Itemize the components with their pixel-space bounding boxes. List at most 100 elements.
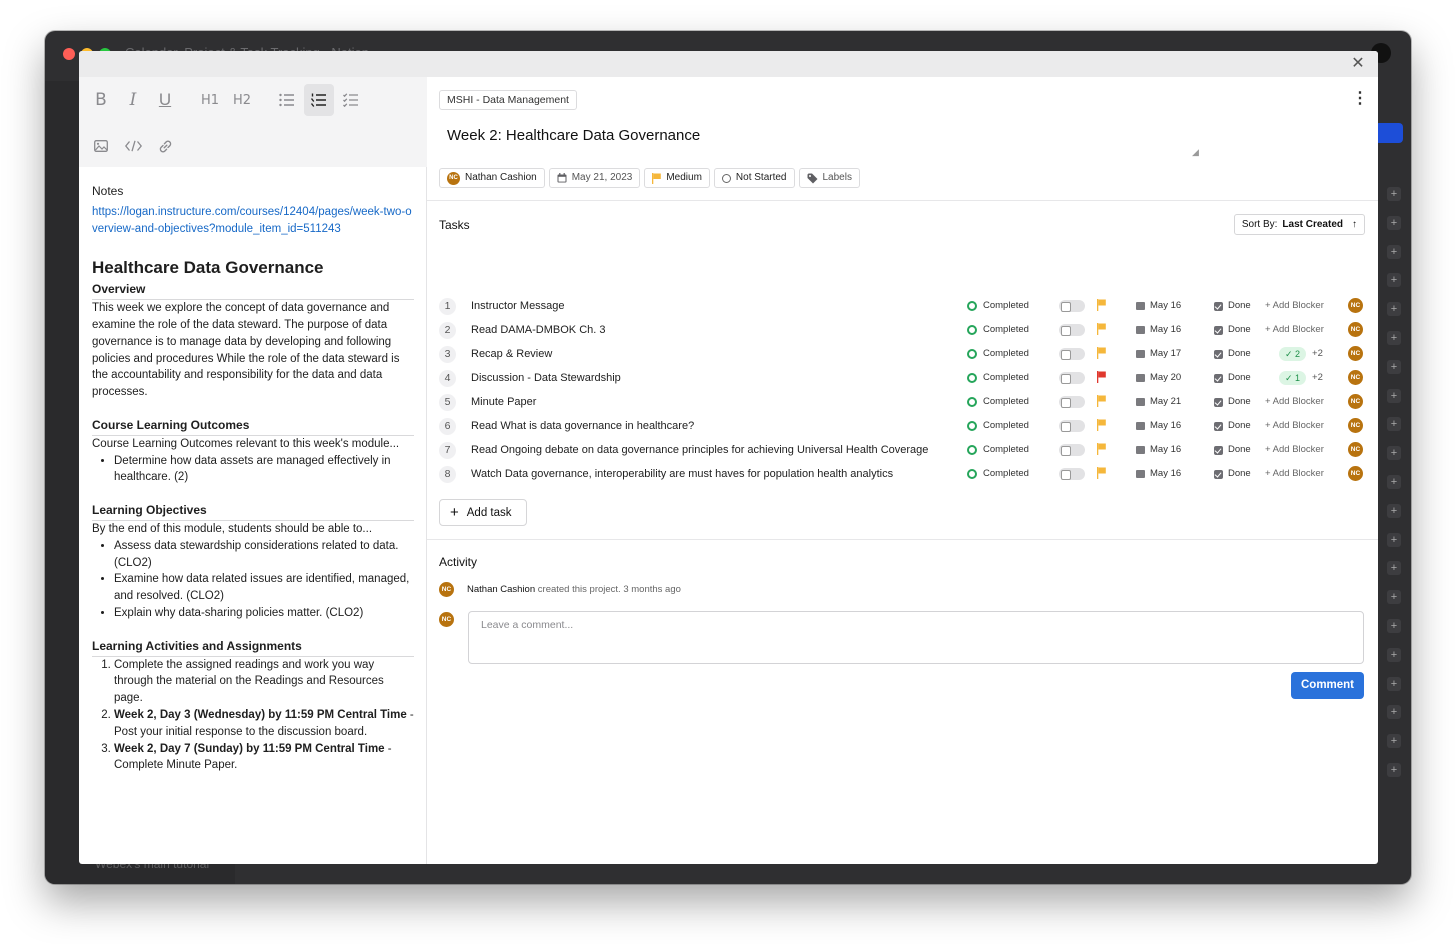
- heading2-button[interactable]: H2: [227, 84, 257, 116]
- assignee-chip[interactable]: NC Nathan Cashion: [439, 168, 545, 188]
- blocker-count[interactable]: ✓ 1 +2: [1279, 369, 1323, 387]
- add-blocker-button[interactable]: + Add Blocker: [1265, 297, 1324, 315]
- code-button[interactable]: [118, 130, 148, 162]
- task-status[interactable]: Completed: [967, 393, 1029, 411]
- close-icon[interactable]: ✕: [1350, 56, 1366, 72]
- task-title[interactable]: Recap & Review: [471, 345, 552, 363]
- task-status[interactable]: Completed: [967, 321, 1029, 339]
- resize-handle-icon[interactable]: ◢: [1192, 147, 1200, 157]
- task-done[interactable]: Done: [1214, 441, 1251, 459]
- task-row[interactable]: 4 Discussion - Data Stewardship Completed M…: [439, 369, 1365, 391]
- task-status[interactable]: Completed: [967, 465, 1029, 483]
- task-status[interactable]: Completed: [967, 345, 1029, 363]
- course-page-link[interactable]: https://logan.instructure.com/courses/12…: [92, 204, 414, 238]
- task-date[interactable]: May 17: [1136, 345, 1181, 363]
- flag-icon[interactable]: [1097, 467, 1106, 479]
- checklist-button[interactable]: [336, 84, 366, 116]
- task-toggle[interactable]: [1059, 324, 1085, 336]
- task-done[interactable]: Done: [1214, 321, 1251, 339]
- task-done[interactable]: Done: [1214, 345, 1251, 363]
- add-blocker-button[interactable]: + Add Blocker: [1265, 393, 1324, 411]
- add-task-button[interactable]: + Add task: [439, 499, 527, 526]
- task-status[interactable]: Completed: [967, 369, 1029, 387]
- task-status[interactable]: Completed: [967, 417, 1029, 435]
- add-blocker-button[interactable]: + Add Blocker: [1265, 465, 1324, 483]
- bg-add-button[interactable]: +: [1387, 215, 1401, 230]
- task-title[interactable]: Read DAMA-DMBOK Ch. 3: [471, 321, 605, 339]
- task-toggle[interactable]: [1059, 396, 1085, 408]
- bold-button[interactable]: B: [86, 84, 116, 116]
- flag-icon[interactable]: [1097, 371, 1106, 383]
- comment-input[interactable]: Leave a comment...: [468, 611, 1364, 664]
- project-title-input[interactable]: Week 2: Healthcare Data Governance: [439, 127, 1199, 157]
- bg-add-button[interactable]: +: [1387, 532, 1401, 547]
- priority-chip[interactable]: Medium: [644, 168, 710, 188]
- task-title[interactable]: Read What is data governance in healthca…: [471, 417, 694, 435]
- bg-add-button[interactable]: +: [1387, 359, 1401, 374]
- task-done[interactable]: Done: [1214, 417, 1251, 435]
- task-status[interactable]: Completed: [967, 297, 1029, 315]
- heading1-button[interactable]: H1: [195, 84, 225, 116]
- project-tag[interactable]: MSHI - Data Management: [439, 90, 577, 110]
- task-date[interactable]: May 20: [1136, 369, 1181, 387]
- due-date-chip[interactable]: May 21, 2023: [548, 168, 641, 188]
- task-done[interactable]: Done: [1214, 369, 1251, 387]
- add-blocker-button[interactable]: + Add Blocker: [1265, 321, 1324, 339]
- task-title[interactable]: Watch Data governance, interoperability …: [471, 465, 893, 483]
- bg-add-button[interactable]: +: [1387, 388, 1401, 403]
- underline-button[interactable]: U: [150, 84, 180, 116]
- bg-add-button[interactable]: +: [1387, 647, 1401, 662]
- notes-content[interactable]: Notes https://logan.instructure.com/cour…: [92, 183, 414, 774]
- sort-dropdown[interactable]: Sort By: Last Created ↑: [1233, 214, 1365, 235]
- task-toggle[interactable]: [1059, 348, 1085, 360]
- blocker-count[interactable]: ✓ 2 +2: [1279, 345, 1323, 363]
- window-close-dot[interactable]: [63, 48, 75, 60]
- bg-add-button[interactable]: +: [1387, 244, 1401, 259]
- avatar[interactable]: NC: [1348, 394, 1363, 409]
- task-title[interactable]: Minute Paper: [471, 393, 536, 411]
- bullet-list-button[interactable]: [272, 84, 302, 116]
- task-done[interactable]: Done: [1214, 465, 1251, 483]
- avatar[interactable]: NC: [1348, 346, 1363, 361]
- bg-add-button[interactable]: +: [1387, 475, 1401, 489]
- task-row[interactable]: 7 Read Ongoing debate on data governance …: [439, 441, 1365, 463]
- task-status[interactable]: Completed: [967, 441, 1029, 459]
- task-date[interactable]: May 16: [1136, 441, 1181, 459]
- bg-add-button[interactable]: +: [1387, 705, 1401, 720]
- add-blocker-button[interactable]: + Add Blocker: [1265, 441, 1324, 459]
- flag-icon[interactable]: [1097, 347, 1106, 359]
- bg-add-button[interactable]: +: [1387, 676, 1401, 691]
- more-options-icon[interactable]: ⋮: [1352, 91, 1368, 107]
- comment-button[interactable]: Comment: [1291, 672, 1364, 699]
- task-row[interactable]: 8 Watch Data governance, interoperability…: [439, 465, 1365, 487]
- add-blocker-button[interactable]: + Add Blocker: [1265, 417, 1324, 435]
- bg-add-button[interactable]: +: [1387, 446, 1401, 461]
- bg-add-button[interactable]: +: [1387, 417, 1401, 432]
- flag-icon[interactable]: [1097, 419, 1106, 431]
- bg-add-button[interactable]: +: [1387, 561, 1401, 576]
- bg-add-button[interactable]: +: [1387, 619, 1401, 633]
- flag-icon[interactable]: [1097, 395, 1106, 407]
- task-date[interactable]: May 16: [1136, 321, 1181, 339]
- task-toggle[interactable]: [1059, 444, 1085, 456]
- task-date[interactable]: May 21: [1136, 393, 1181, 411]
- numbered-list-button[interactable]: [304, 84, 334, 116]
- italic-button[interactable]: I: [118, 84, 148, 116]
- activity-actor[interactable]: Nathan Cashion: [467, 584, 535, 595]
- task-row[interactable]: 6 Read What is data governance in healthc…: [439, 417, 1365, 439]
- task-title[interactable]: Discussion - Data Stewardship: [471, 369, 621, 387]
- bg-add-button[interactable]: +: [1387, 273, 1401, 288]
- task-done[interactable]: Done: [1214, 393, 1251, 411]
- task-toggle[interactable]: [1059, 372, 1085, 384]
- task-toggle[interactable]: [1059, 468, 1085, 480]
- bg-add-button[interactable]: +: [1387, 331, 1401, 345]
- link-button[interactable]: [150, 130, 180, 162]
- bg-new-task-button[interactable]: [1375, 123, 1403, 143]
- flag-icon[interactable]: [1097, 443, 1106, 455]
- bg-add-button[interactable]: +: [1387, 763, 1401, 777]
- bg-add-button[interactable]: +: [1387, 302, 1401, 317]
- bg-add-button[interactable]: +: [1387, 503, 1401, 518]
- flag-icon[interactable]: [1097, 323, 1106, 335]
- bg-add-button[interactable]: +: [1387, 590, 1401, 605]
- task-done[interactable]: Done: [1214, 297, 1251, 315]
